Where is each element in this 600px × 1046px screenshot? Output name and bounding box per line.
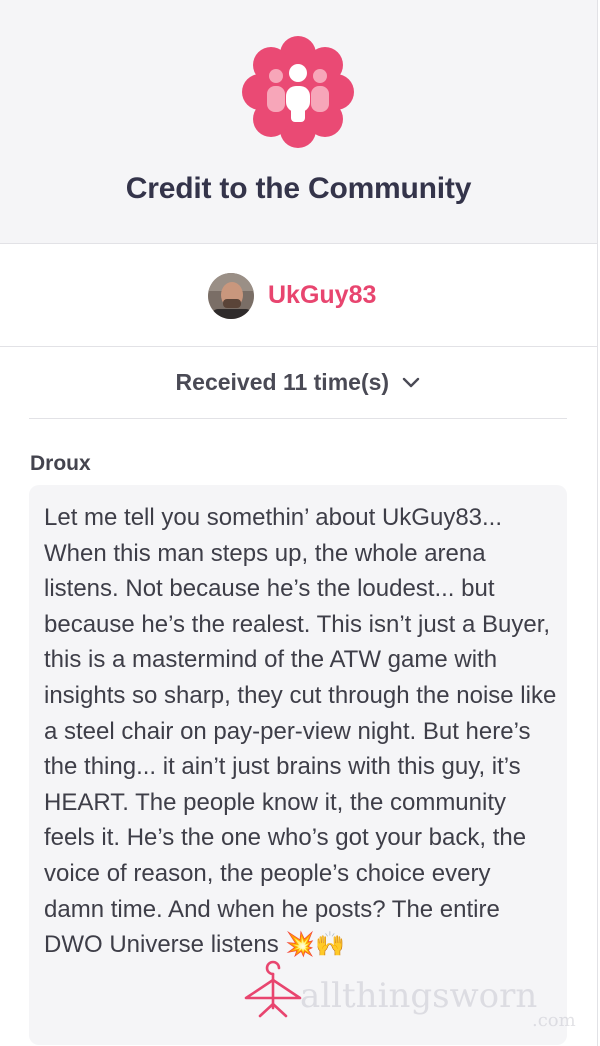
credit-message-box: Let me tell you somethin’ about UkGuy83.… — [29, 485, 567, 1045]
user-avatar[interactable] — [208, 273, 254, 319]
credit-header: Credit to the Community — [0, 0, 597, 244]
credit-message-text: Let me tell you somethin’ about UkGuy83.… — [44, 504, 557, 959]
avatar-image — [208, 273, 254, 319]
recipient-username-link[interactable]: UkGuy83 — [268, 281, 376, 310]
credit-card: Credit to the Community UkGuy83 Received… — [0, 0, 598, 1046]
credit-author: Droux — [30, 452, 91, 475]
chevron-down-icon — [403, 377, 420, 388]
received-toggle[interactable]: Received 11 time(s) — [0, 368, 597, 396]
divider — [29, 418, 567, 419]
recipient-row: UkGuy83 — [0, 244, 597, 347]
community-people-icon — [242, 36, 354, 148]
page-title: Credit to the Community — [125, 172, 472, 205]
received-count-label: Received 11 time(s) — [175, 369, 390, 396]
